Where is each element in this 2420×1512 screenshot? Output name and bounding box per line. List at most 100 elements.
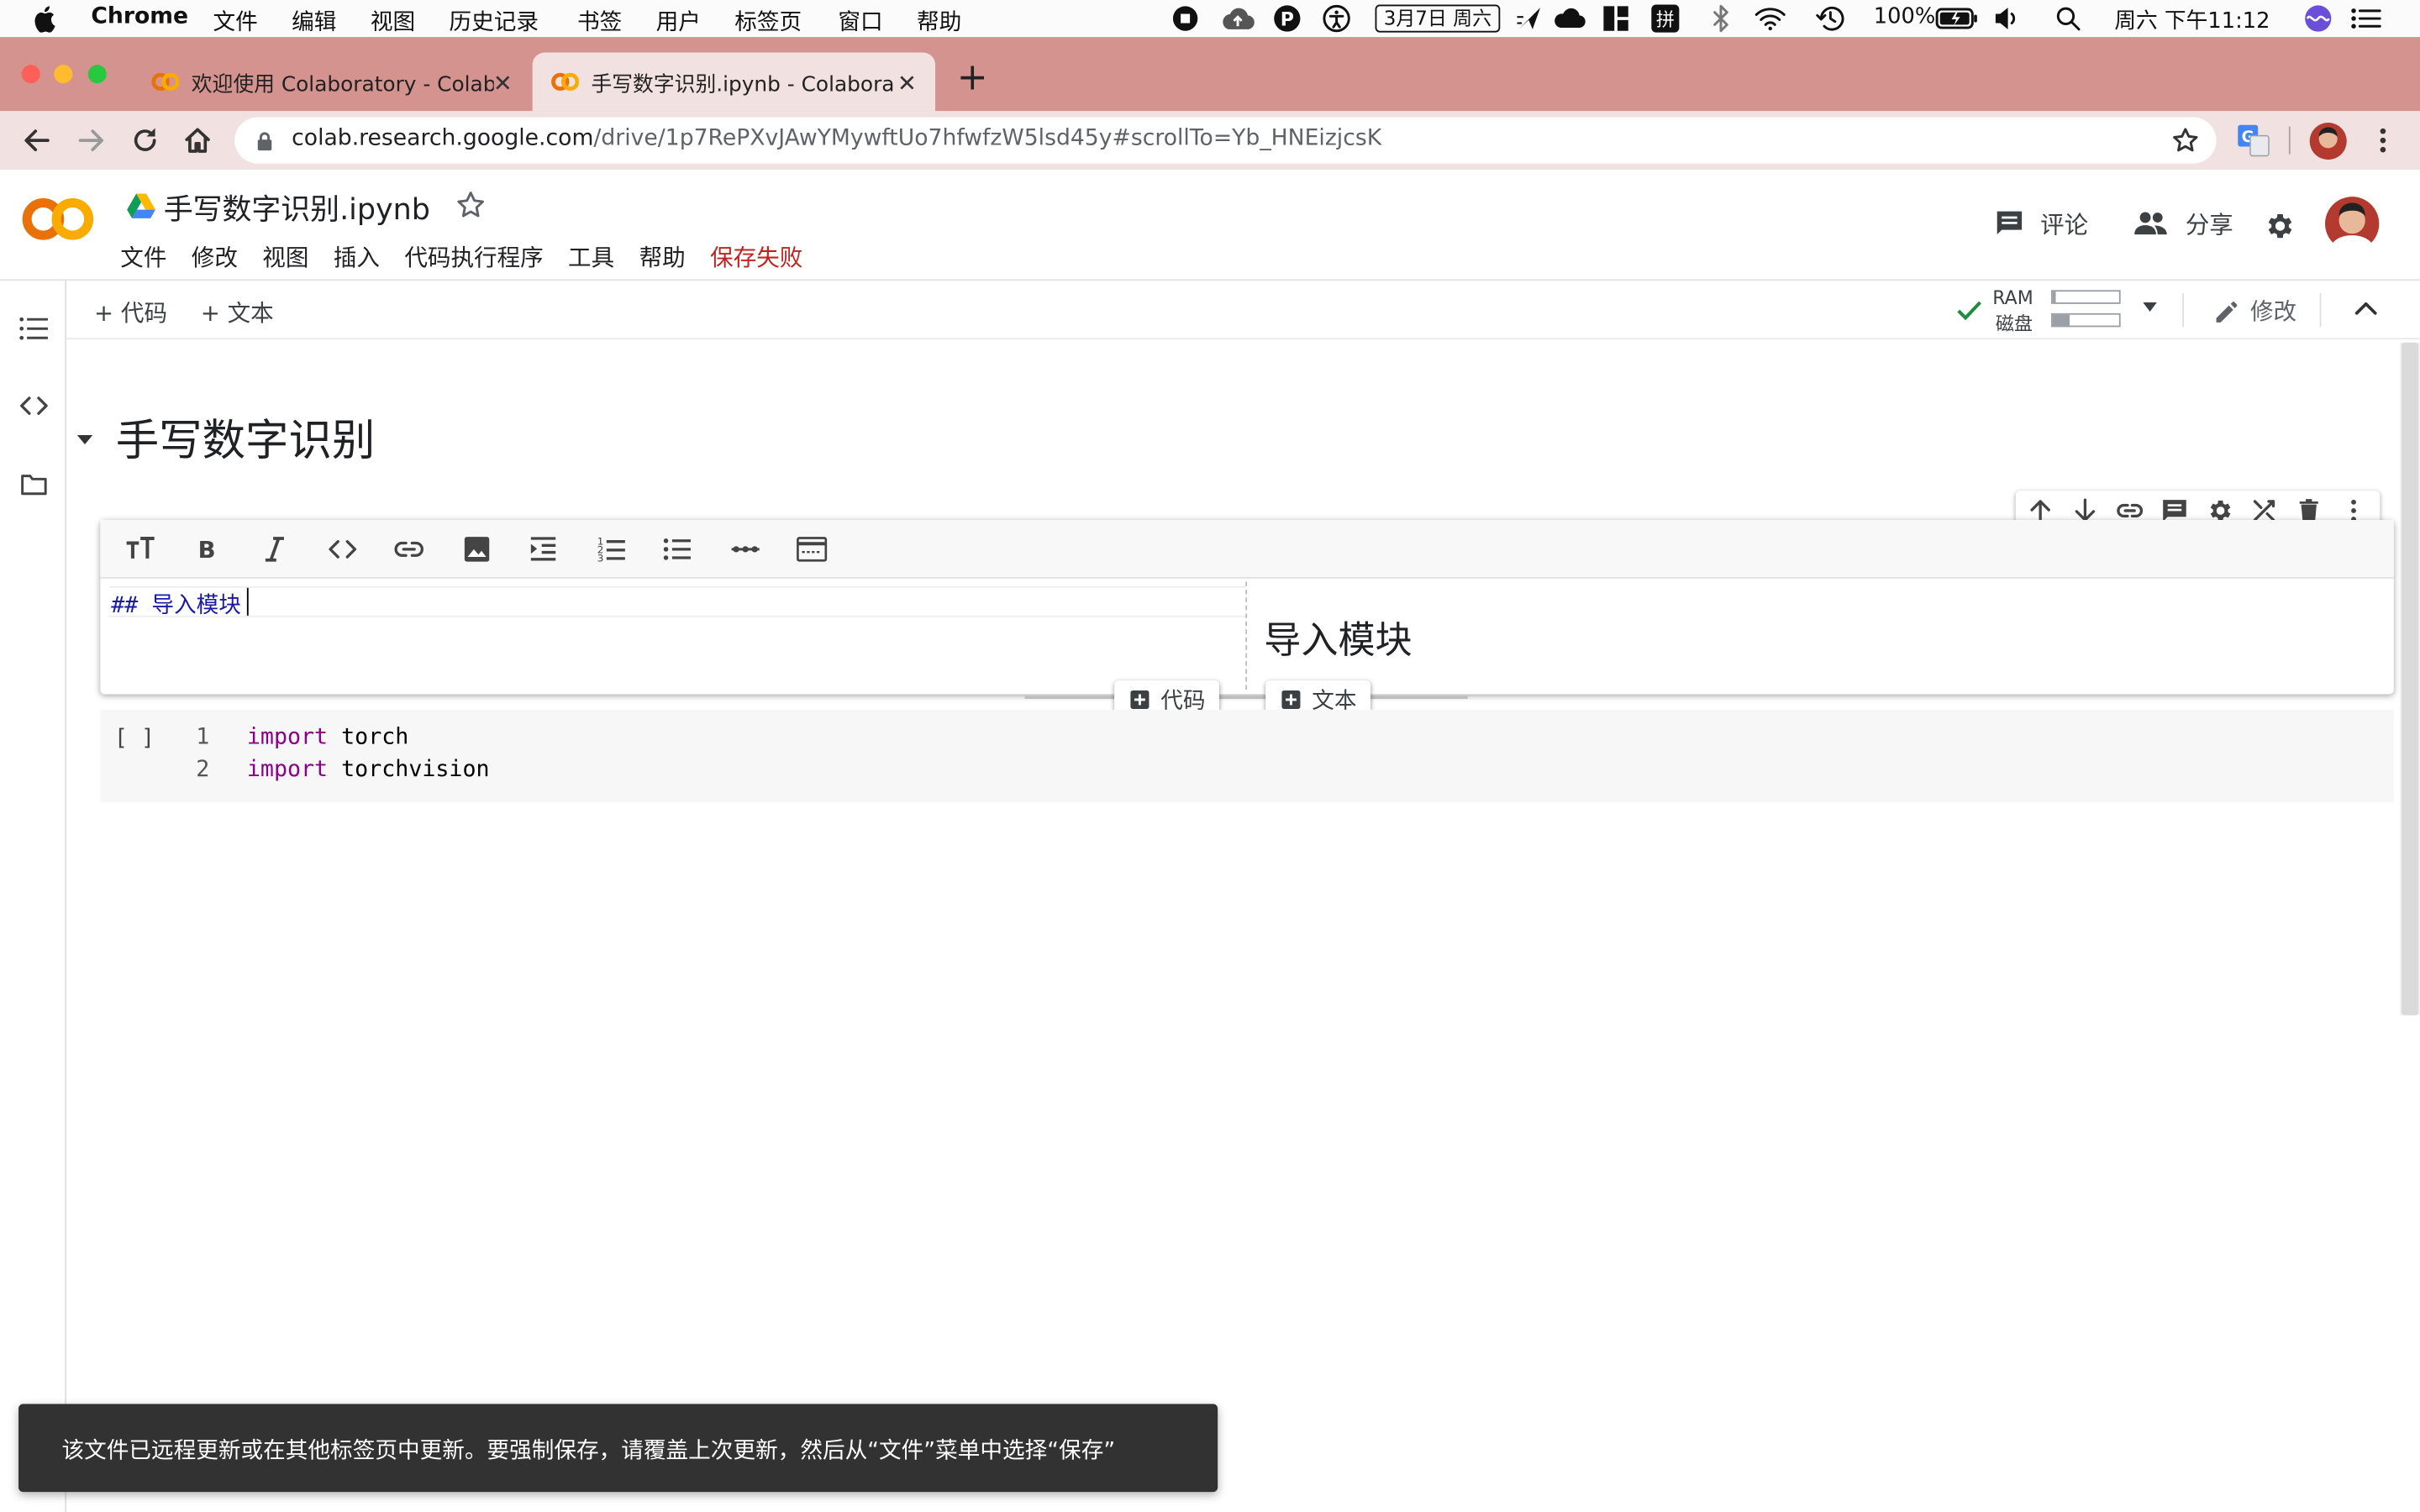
add-code-cell-button[interactable]: + 代码: [94, 297, 167, 329]
disk-usage-bar[interactable]: [2051, 312, 2121, 328]
scrollbar-thumb[interactable]: [2401, 342, 2419, 1016]
insert-image-icon[interactable]: [461, 534, 492, 565]
date-badge[interactable]: 3月7日 周六: [1375, 4, 1501, 33]
code-snippets-icon[interactable]: [18, 393, 50, 417]
icloud-icon[interactable]: [1553, 6, 1586, 30]
table-of-contents-icon[interactable]: [18, 317, 50, 341]
save-failed-status[interactable]: 保存失败: [710, 241, 802, 274]
profile-avatar[interactable]: [2309, 122, 2348, 160]
connected-check-icon[interactable]: [1955, 297, 1983, 322]
notification-center-icon[interactable]: [2350, 6, 2381, 30]
settings-gear-icon[interactable]: [2263, 210, 2296, 243]
window-manager-icon[interactable]: [1602, 5, 1630, 33]
star-icon[interactable]: [455, 190, 487, 221]
colab-menu-help[interactable]: 帮助: [639, 241, 686, 274]
italic-icon[interactable]: [260, 534, 291, 565]
menu-people[interactable]: 用户: [656, 5, 701, 38]
reload-icon[interactable]: [129, 125, 160, 156]
colab-menu-file[interactable]: 文件: [120, 241, 166, 274]
window-close-button[interactable]: [21, 65, 40, 84]
record-icon[interactable]: [1171, 5, 1199, 33]
colab-logo[interactable]: CO: [22, 196, 96, 242]
editing-mode-button[interactable]: 修改: [2213, 295, 2296, 328]
bluetooth-icon[interactable]: [1707, 4, 1734, 33]
menu-edit[interactable]: 编辑: [292, 5, 336, 38]
volume-icon[interactable]: [1992, 6, 2020, 30]
time-machine-icon[interactable]: [1815, 5, 1846, 33]
menu-bookmarks[interactable]: 书签: [577, 5, 622, 38]
forward-icon[interactable]: [76, 125, 107, 156]
svg-text:3: 3: [597, 553, 604, 564]
section-heading[interactable]: 手写数字识别: [116, 407, 376, 469]
tab-welcome[interactable]: 欢迎使用 Colaboratory - Colabor ✕: [133, 52, 531, 111]
collapse-section-icon[interactable]: [76, 432, 94, 447]
preview-layout-icon[interactable]: [797, 534, 828, 565]
menu-file[interactable]: 文件: [213, 5, 257, 38]
translate-icon[interactable]: G: [2236, 123, 2270, 157]
cloud-upload-icon[interactable]: [1219, 5, 1256, 33]
user-avatar[interactable]: [2324, 196, 2380, 252]
lock-icon[interactable]: [256, 131, 273, 151]
clock[interactable]: 周六 下午11:12: [2114, 5, 2270, 36]
p-app-icon[interactable]: P: [1273, 5, 1301, 33]
share-button[interactable]: 分享: [2133, 207, 2233, 240]
menu-help[interactable]: 帮助: [917, 5, 961, 38]
menu-history[interactable]: 历史记录: [449, 5, 539, 38]
horizontal-rule-icon[interactable]: [730, 534, 761, 565]
bold-icon[interactable]: B: [192, 534, 223, 565]
menu-tabs[interactable]: 标签页: [734, 5, 802, 38]
colab-menu-runtime[interactable]: 代码执行程序: [404, 241, 543, 274]
add-text-cell-button[interactable]: + 文本: [201, 297, 274, 329]
new-tab-button[interactable]: +: [957, 59, 988, 96]
code-icon[interactable]: [327, 534, 358, 565]
run-cell-button[interactable]: [ ]: [114, 727, 155, 751]
code-text: torch: [341, 725, 409, 750]
line-number: 2: [196, 757, 210, 783]
browser-toolbar: colab.research.google.com/drive/1p7RePXv…: [0, 111, 2420, 171]
window-zoom-button[interactable]: [87, 65, 107, 84]
notebook-title[interactable]: 手写数字识别.ipynb: [164, 186, 430, 228]
menu-window[interactable]: 窗口: [838, 5, 882, 38]
send-icon[interactable]: [1516, 5, 1544, 33]
numbered-list-icon[interactable]: 123: [596, 534, 627, 565]
wifi-icon[interactable]: [1754, 5, 1787, 33]
tab-notebook[interactable]: 手写数字识别.ipynb - Colaborato ✕: [532, 52, 936, 112]
spotlight-icon[interactable]: [2056, 6, 2081, 31]
address-bar[interactable]: colab.research.google.com/drive/1p7RePXv…: [234, 117, 2217, 164]
battery-icon[interactable]: [1935, 8, 1978, 29]
menu-view[interactable]: 视图: [371, 5, 415, 38]
apple-icon[interactable]: [34, 5, 58, 33]
browser-menu-icon[interactable]: [2372, 125, 2394, 156]
comment-button[interactable]: 评论: [1994, 207, 2088, 240]
indent-icon[interactable]: [528, 534, 559, 565]
bookmark-star-icon[interactable]: [2171, 127, 2199, 155]
toolbar-divider: [2319, 292, 2322, 328]
code-line[interactable]: import torch: [247, 725, 408, 749]
collapse-header-icon[interactable]: [2354, 299, 2378, 318]
runtime-dropdown-icon[interactable]: [2142, 301, 2157, 313]
tab-close-icon[interactable]: ✕: [493, 70, 513, 97]
markdown-editor[interactable]: ## 导入模块: [111, 588, 241, 621]
app-name-menu[interactable]: Chrome: [91, 5, 188, 29]
insert-link-icon[interactable]: [393, 534, 424, 565]
colab-menu-view[interactable]: 视图: [262, 241, 308, 274]
input-method-icon[interactable]: 拼: [1649, 3, 1681, 34]
tab-close-icon[interactable]: ✕: [897, 70, 917, 97]
text-cell[interactable]: B 123 ## 导入模块 导入模块: [100, 519, 2394, 695]
heading-icon[interactable]: [125, 534, 156, 565]
ram-usage-bar[interactable]: [2051, 290, 2121, 304]
home-icon[interactable]: [182, 125, 213, 156]
accessibility-icon[interactable]: [1323, 4, 1350, 33]
folder-icon[interactable]: [20, 472, 48, 496]
comment-icon: [1996, 211, 2023, 235]
bulleted-list-icon[interactable]: [662, 534, 693, 565]
siri-icon[interactable]: [2304, 5, 2332, 33]
colab-menu-edit[interactable]: 修改: [192, 241, 238, 274]
colab-menu-tools[interactable]: 工具: [568, 241, 614, 274]
code-line[interactable]: import torchvision: [247, 758, 490, 782]
back-icon[interactable]: [22, 125, 53, 156]
window-minimize-button[interactable]: [54, 65, 73, 84]
colab-menu-insert[interactable]: 插入: [334, 241, 380, 274]
code-cell[interactable]: [ ] 1 2 import torch import torchvision: [100, 709, 2394, 803]
google-drive-icon[interactable]: [127, 193, 156, 219]
